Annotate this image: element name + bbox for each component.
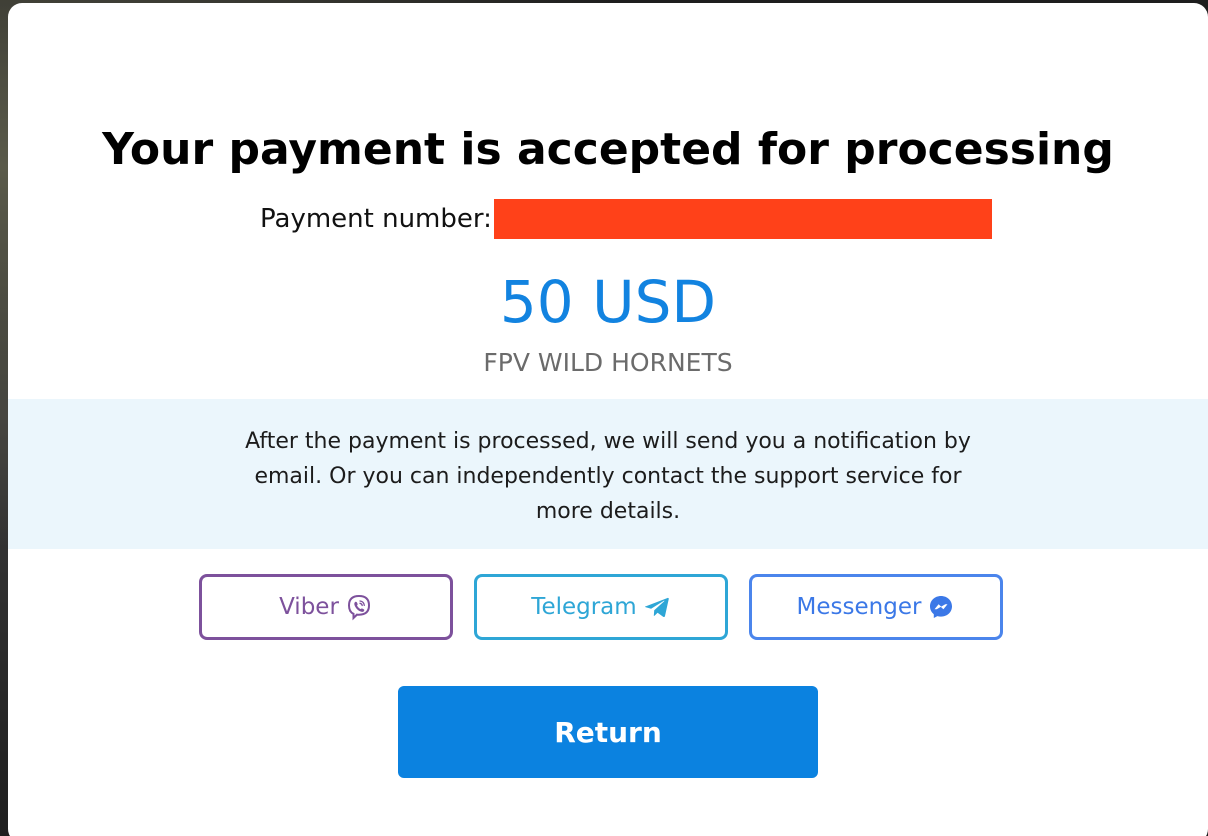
messenger-label: Messenger	[796, 594, 922, 620]
payment-number-redaction	[493, 199, 992, 239]
telegram-button[interactable]: Telegram	[474, 574, 728, 640]
telegram-icon	[643, 593, 671, 621]
viber-button[interactable]: Viber	[199, 574, 453, 640]
viber-icon	[345, 593, 373, 621]
info-text: After the payment is processed, we will …	[245, 429, 971, 524]
payment-amount: 50 USD	[499, 268, 717, 336]
telegram-label: Telegram	[531, 594, 637, 620]
messenger-button[interactable]: Messenger	[749, 574, 1003, 640]
payment-number-row: Payment number:	[260, 199, 992, 239]
page-title: Your payment is accepted for processing	[102, 124, 1114, 175]
messenger-icon	[927, 593, 955, 621]
merchant-name: FPV WILD HORNETS	[483, 348, 733, 377]
payment-number-label: Payment number:	[260, 204, 492, 234]
return-button[interactable]: Return	[398, 686, 818, 778]
viber-label: Viber	[279, 594, 339, 620]
payment-status-modal: Your payment is accepted for processing …	[8, 3, 1208, 836]
